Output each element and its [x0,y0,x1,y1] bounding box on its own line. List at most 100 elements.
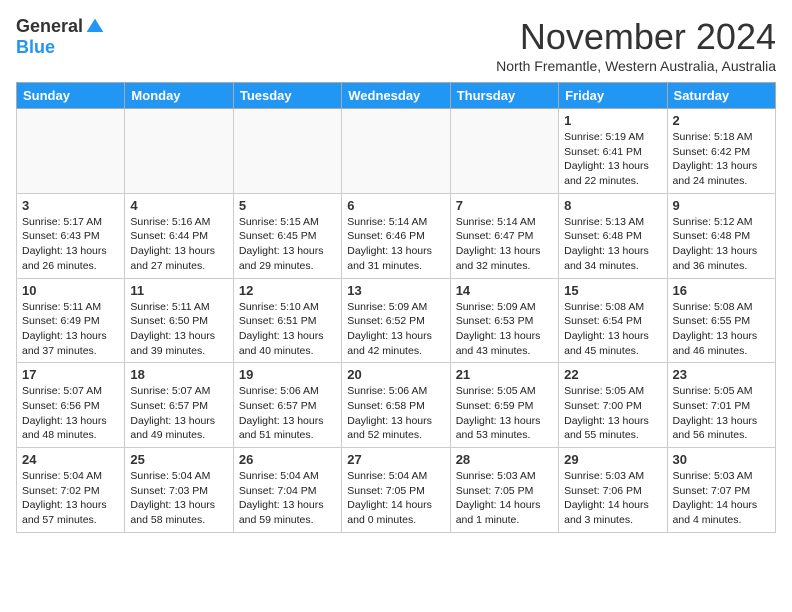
day-number: 14 [456,283,553,298]
day-number: 26 [239,452,336,467]
calendar-cell: 3 Sunrise: 5:17 AM Sunset: 6:43 PM Daylig… [17,193,125,278]
calendar-cell [342,109,450,194]
day-info: Sunrise: 5:07 AM Sunset: 6:56 PM Dayligh… [22,384,119,443]
calendar-cell: 9Sunrise: 5:12 AM Sunset: 6:48 PM Daylig… [667,193,775,278]
calendar-week-1: 1 Sunrise: 5:19 AM Sunset: 6:41 PM Daylig… [17,109,776,194]
day-number: 7 [456,198,553,213]
day-info: Sunrise: 5:05 AM Sunset: 7:00 PM Dayligh… [564,384,661,443]
day-number: 5 [239,198,336,213]
weekday-header-saturday: Saturday [667,83,775,109]
calendar-cell: 16 Sunrise: 5:08 AM Sunset: 6:55 PM Dayli… [667,278,775,363]
logo-general-text: General [16,16,83,37]
day-number: 1 [564,113,661,128]
day-number: 18 [130,367,227,382]
day-info: Sunrise: 5:08 AM Sunset: 6:54 PM Dayligh… [564,300,661,359]
day-number: 22 [564,367,661,382]
day-info: Sunrise: 5:19 AM Sunset: 6:41 PM Dayligh… [564,130,661,189]
day-info: Sunrise: 5:11 AM Sunset: 6:49 PM Dayligh… [22,300,119,359]
day-info: Sunrise: 5:09 AM Sunset: 6:52 PM Dayligh… [347,300,444,359]
calendar-cell: 5 Sunrise: 5:15 AM Sunset: 6:45 PM Daylig… [233,193,341,278]
logo-icon [85,17,105,37]
day-info: Sunrise: 5:06 AM Sunset: 6:58 PM Dayligh… [347,384,444,443]
day-number: 20 [347,367,444,382]
calendar-cell: 11Sunrise: 5:11 AM Sunset: 6:50 PM Dayli… [125,278,233,363]
weekday-header-monday: Monday [125,83,233,109]
calendar-cell: 13 Sunrise: 5:09 AM Sunset: 6:52 PM Dayli… [342,278,450,363]
calendar-cell: 21Sunrise: 5:05 AM Sunset: 6:59 PM Dayli… [450,363,558,448]
day-info: Sunrise: 5:03 AM Sunset: 7:05 PM Dayligh… [456,469,553,528]
calendar-cell: 7 Sunrise: 5:14 AM Sunset: 6:47 PM Daylig… [450,193,558,278]
day-info: Sunrise: 5:14 AM Sunset: 6:47 PM Dayligh… [456,215,553,274]
calendar-cell: 24 Sunrise: 5:04 AM Sunset: 7:02 PM Dayli… [17,448,125,533]
calendar-cell: 27Sunrise: 5:04 AM Sunset: 7:05 PM Dayli… [342,448,450,533]
day-info: Sunrise: 5:14 AM Sunset: 6:46 PM Dayligh… [347,215,444,274]
day-number: 10 [22,283,119,298]
day-number: 25 [130,452,227,467]
calendar-cell [450,109,558,194]
day-info: Sunrise: 5:03 AM Sunset: 7:07 PM Dayligh… [673,469,770,528]
calendar-cell: 20 Sunrise: 5:06 AM Sunset: 6:58 PM Dayli… [342,363,450,448]
day-number: 24 [22,452,119,467]
day-info: Sunrise: 5:08 AM Sunset: 6:55 PM Dayligh… [673,300,770,359]
day-info: Sunrise: 5:09 AM Sunset: 6:53 PM Dayligh… [456,300,553,359]
day-number: 28 [456,452,553,467]
calendar-cell: 4 Sunrise: 5:16 AM Sunset: 6:44 PM Daylig… [125,193,233,278]
calendar-cell: 25 Sunrise: 5:04 AM Sunset: 7:03 PM Dayli… [125,448,233,533]
calendar-cell: 18 Sunrise: 5:07 AM Sunset: 6:57 PM Dayli… [125,363,233,448]
calendar-cell: 8Sunrise: 5:13 AM Sunset: 6:48 PM Daylig… [559,193,667,278]
day-info: Sunrise: 5:04 AM Sunset: 7:04 PM Dayligh… [239,469,336,528]
day-number: 13 [347,283,444,298]
calendar-week-2: 3 Sunrise: 5:17 AM Sunset: 6:43 PM Daylig… [17,193,776,278]
day-info: Sunrise: 5:06 AM Sunset: 6:57 PM Dayligh… [239,384,336,443]
calendar-week-3: 10 Sunrise: 5:11 AM Sunset: 6:49 PM Dayli… [17,278,776,363]
logo: General Blue [16,16,105,58]
day-info: Sunrise: 5:17 AM Sunset: 6:43 PM Dayligh… [22,215,119,274]
calendar-cell [17,109,125,194]
calendar-week-5: 24 Sunrise: 5:04 AM Sunset: 7:02 PM Dayli… [17,448,776,533]
day-number: 30 [673,452,770,467]
calendar-week-4: 17 Sunrise: 5:07 AM Sunset: 6:56 PM Dayli… [17,363,776,448]
day-info: Sunrise: 5:04 AM Sunset: 7:02 PM Dayligh… [22,469,119,528]
day-number: 29 [564,452,661,467]
day-number: 9 [673,198,770,213]
day-number: 4 [130,198,227,213]
calendar-cell: 19Sunrise: 5:06 AM Sunset: 6:57 PM Dayli… [233,363,341,448]
calendar-cell [125,109,233,194]
title-section: November 2024 North Fremantle, Western A… [496,16,776,74]
logo-blue-text: Blue [16,37,55,58]
day-number: 15 [564,283,661,298]
day-info: Sunrise: 5:04 AM Sunset: 7:05 PM Dayligh… [347,469,444,528]
day-number: 3 [22,198,119,213]
day-number: 23 [673,367,770,382]
calendar-cell: 12 Sunrise: 5:10 AM Sunset: 6:51 PM Dayli… [233,278,341,363]
calendar-cell [233,109,341,194]
weekday-header-tuesday: Tuesday [233,83,341,109]
month-title: November 2024 [496,16,776,58]
day-number: 16 [673,283,770,298]
day-info: Sunrise: 5:03 AM Sunset: 7:06 PM Dayligh… [564,469,661,528]
day-number: 17 [22,367,119,382]
weekday-header-wednesday: Wednesday [342,83,450,109]
day-info: Sunrise: 5:18 AM Sunset: 6:42 PM Dayligh… [673,130,770,189]
calendar-cell: 30 Sunrise: 5:03 AM Sunset: 7:07 PM Dayli… [667,448,775,533]
calendar-cell: 17 Sunrise: 5:07 AM Sunset: 6:56 PM Dayli… [17,363,125,448]
calendar-cell: 29 Sunrise: 5:03 AM Sunset: 7:06 PM Dayli… [559,448,667,533]
calendar-cell: 23Sunrise: 5:05 AM Sunset: 7:01 PM Dayli… [667,363,775,448]
day-info: Sunrise: 5:10 AM Sunset: 6:51 PM Dayligh… [239,300,336,359]
day-number: 2 [673,113,770,128]
calendar-cell: 1 Sunrise: 5:19 AM Sunset: 6:41 PM Daylig… [559,109,667,194]
day-number: 11 [130,283,227,298]
calendar-cell: 10 Sunrise: 5:11 AM Sunset: 6:49 PM Dayli… [17,278,125,363]
calendar-cell: 2 Sunrise: 5:18 AM Sunset: 6:42 PM Daylig… [667,109,775,194]
calendar-cell: 26 Sunrise: 5:04 AM Sunset: 7:04 PM Dayli… [233,448,341,533]
weekday-header-row: SundayMondayTuesdayWednesdayThursdayFrid… [17,83,776,109]
day-info: Sunrise: 5:15 AM Sunset: 6:45 PM Dayligh… [239,215,336,274]
day-number: 6 [347,198,444,213]
location-text: North Fremantle, Western Australia, Aust… [496,58,776,74]
day-info: Sunrise: 5:16 AM Sunset: 6:44 PM Dayligh… [130,215,227,274]
day-info: Sunrise: 5:13 AM Sunset: 6:48 PM Dayligh… [564,215,661,274]
day-info: Sunrise: 5:07 AM Sunset: 6:57 PM Dayligh… [130,384,227,443]
day-number: 12 [239,283,336,298]
day-info: Sunrise: 5:04 AM Sunset: 7:03 PM Dayligh… [130,469,227,528]
calendar-cell: 22 Sunrise: 5:05 AM Sunset: 7:00 PM Dayli… [559,363,667,448]
